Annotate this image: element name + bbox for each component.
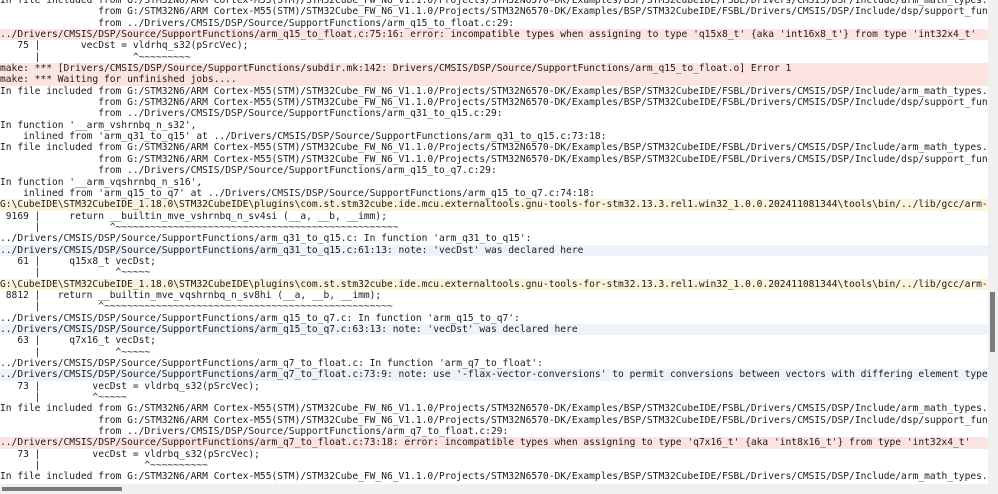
console-line: In file included from G:/STM32N6/ARM Cor… bbox=[0, 471, 988, 483]
console-line: from ../Drivers/CMSIS/DSP/Source/Support… bbox=[0, 426, 509, 438]
console-line: | ^~~~~~ bbox=[0, 392, 128, 404]
console-line: ../Drivers/CMSIS/DSP/Source/SupportFunct… bbox=[0, 358, 543, 369]
console-line-note: ../Drivers/CMSIS/DSP/Source/SupportFunct… bbox=[0, 369, 988, 381]
console-line: 73 | vecDst = vldrbq_s32(pSrcVec); bbox=[0, 448, 260, 460]
horizontal-scrollbar[interactable] bbox=[0, 484, 998, 494]
console-line: | ^~~~~~~~~~~~~~~~~~~~~~~~~~~~~~~~~~~~~~… bbox=[0, 301, 393, 313]
build-console-output[interactable]: In file included from G:/STM32N6/ARM Cor… bbox=[0, 0, 988, 484]
console-line: ../Drivers/CMSIS/DSP/Source/SupportFunct… bbox=[0, 312, 520, 324]
console-line: inlined from 'arm_q15_to_q7' at ../Drive… bbox=[0, 187, 595, 199]
console-line: In file included from G:/STM32N6/ARM Cor… bbox=[0, 142, 988, 154]
console-line: from G:/STM32N6/ARM Cortex-M55(STM)/STM3… bbox=[0, 414, 988, 426]
vertical-scrollbar[interactable] bbox=[988, 0, 998, 484]
console-line: In function '__arm_vshrnbq_n_s32', bbox=[0, 119, 197, 131]
console-line: from G:/STM32N6/ARM Cortex-M55(STM)/STM3… bbox=[0, 6, 988, 18]
console-line: 73 | vecDst = vldrbq_s32(pSrcVec); bbox=[0, 380, 260, 392]
console-line: | ^~~~~~ bbox=[0, 267, 151, 279]
console-line-note: ../Drivers/CMSIS/DSP/Source/SupportFunct… bbox=[0, 244, 988, 256]
console-line: from ../Drivers/CMSIS/DSP/Source/Support… bbox=[0, 17, 515, 29]
console-line: In file included from G:/STM32N6/ARM Cor… bbox=[0, 85, 988, 97]
console-line-error: make: *** Waiting for unfinished jobs...… bbox=[0, 74, 988, 86]
console-line-warning: G:\CubeIDE\STM32CubeIDE_1.18.0\STM32Cube… bbox=[0, 199, 988, 211]
console-line-warning: G:\CubeIDE\STM32CubeIDE_1.18.0\STM32Cube… bbox=[0, 278, 988, 290]
console-line: 61 | q15x8_t vecDst; bbox=[0, 255, 156, 267]
console-line: | ^~~~~~ bbox=[0, 346, 151, 358]
console-line: ../Drivers/CMSIS/DSP/Source/SupportFunct… bbox=[0, 233, 532, 245]
console-line: 9169 | return __builtin_mve_vshrnbq_n_sv… bbox=[0, 210, 387, 222]
console-line: In file included from G:/STM32N6/ARM Cor… bbox=[0, 403, 988, 415]
console-line: from ../Drivers/CMSIS/DSP/Source/Support… bbox=[0, 108, 503, 120]
console-line: 75 | vecDst = vldrhq_s32(pSrcVec); bbox=[0, 40, 249, 52]
console-line: 8812 | return __builtin_mve_vqshrnbq_n_s… bbox=[0, 289, 382, 301]
console-line: 63 | q7x16_t vecDst; bbox=[0, 335, 156, 347]
console-line: In function '__arm_vqshrnbq_n_s16', bbox=[0, 176, 203, 188]
horizontal-scrollbar-thumb[interactable] bbox=[2, 487, 122, 491]
console-line: | ^~~~~~~~~~~~~~~~~~~~~~~~~~~~~~~~~~~~~~… bbox=[0, 221, 399, 233]
console-line: inlined from 'arm_q31_to_q15' at ../Driv… bbox=[0, 131, 607, 143]
console-line: from ../Drivers/CMSIS/DSP/Source/Support… bbox=[0, 165, 497, 177]
console-line-error: ../Drivers/CMSIS/DSP/Source/SupportFunct… bbox=[0, 29, 988, 41]
console-line: from G:/STM32N6/ARM Cortex-M55(STM)/STM3… bbox=[0, 97, 988, 109]
console-line-error: make: *** [Drivers/CMSIS/DSP/Source/Supp… bbox=[0, 63, 988, 75]
console-line: from G:/STM32N6/ARM Cortex-M55(STM)/STM3… bbox=[0, 153, 988, 165]
console-line: | ^~~~~~~~~~~ bbox=[0, 460, 208, 472]
console-line: | ^~~~~~~~~~ bbox=[0, 51, 191, 63]
console-line-note: ../Drivers/CMSIS/DSP/Source/SupportFunct… bbox=[0, 323, 988, 336]
console-line-error: ../Drivers/CMSIS/DSP/Source/SupportFunct… bbox=[0, 437, 988, 449]
vertical-scrollbar-thumb[interactable] bbox=[990, 292, 995, 352]
